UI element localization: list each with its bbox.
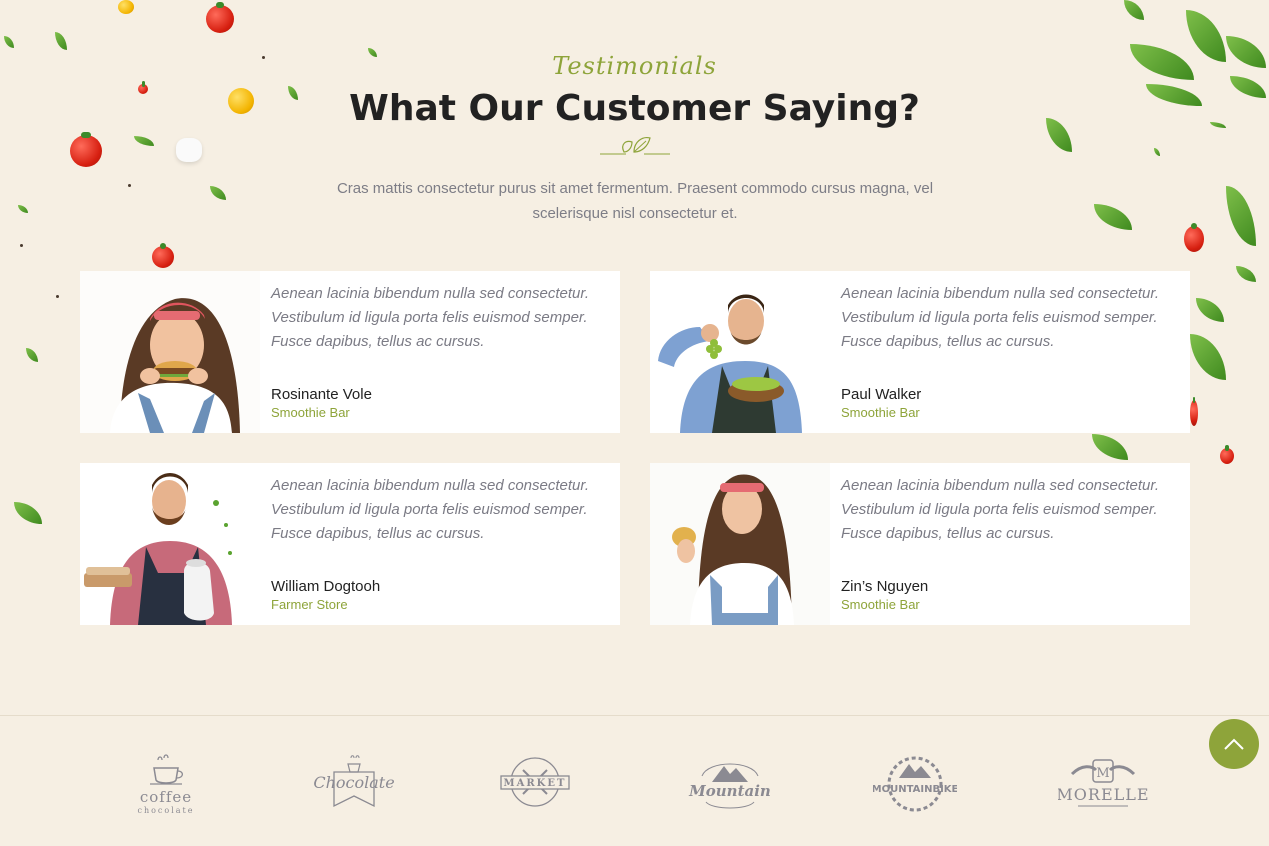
customer-name: Rosinante Vole	[271, 386, 372, 403]
brand-name: MORELLE	[1058, 785, 1148, 804]
spinach-leaf-decoration	[1190, 334, 1226, 380]
leaf-decoration	[1154, 148, 1160, 156]
customer-photo	[650, 463, 830, 625]
basil-leaf-decoration	[1124, 0, 1144, 20]
section-intro: Cras mattis consectetur purus sit amet f…	[336, 180, 934, 222]
pepper-decoration	[1190, 397, 1198, 426]
brand-logo-coffee[interactable]: coffee chocolate	[111, 752, 221, 816]
cheese-decoration	[176, 138, 202, 162]
brand-logo-mountain[interactable]: Mountain	[675, 752, 785, 816]
customer-role: Smoothie Bar	[271, 405, 350, 420]
pepper-decoration	[1220, 445, 1234, 464]
testimonial-quote: Aenean lacinia bibendum nulla sed consec…	[841, 285, 1159, 350]
svg-text:M: M	[1096, 766, 1109, 781]
leaf-decoration	[1092, 434, 1128, 460]
yellow-tomato-decoration	[118, 0, 134, 14]
morelle-crest-icon: M MORELLE	[1058, 759, 1148, 807]
chocolate-ribbon-icon: Chocolate	[314, 755, 394, 808]
brand-subname: chocolate	[137, 806, 195, 815]
leaf-decoration	[134, 136, 154, 146]
chevron-up-icon	[1224, 738, 1244, 750]
leaf-decoration	[1196, 298, 1224, 322]
brand-name: MARKET	[504, 778, 567, 789]
tomato-decoration	[70, 132, 102, 167]
spinach-leaf-decoration	[1226, 186, 1256, 246]
leaf-decoration	[55, 32, 67, 50]
customer-role: Smoothie Bar	[841, 405, 920, 420]
testimonial-card: Aenean lacinia bibendum nulla sed consec…	[650, 463, 1190, 625]
tomato-decoration	[206, 2, 234, 33]
testimonial-quote: Aenean lacinia bibendum nulla sed consec…	[271, 285, 589, 350]
leaf-decoration	[210, 186, 226, 200]
pepper-dot	[20, 244, 23, 247]
section-title: What Our Customer Saying?	[349, 88, 920, 129]
leaf-decoration	[1094, 204, 1132, 230]
leaf-divider-icon	[600, 137, 670, 155]
customer-role: Smoothie Bar	[841, 597, 920, 612]
pepper-dot	[128, 184, 131, 187]
brand-logo-market[interactable]: MARKET	[480, 752, 590, 816]
pepper-decoration	[1184, 223, 1204, 252]
leaf-decoration	[14, 502, 42, 524]
testimonial-card: Aenean lacinia bibendum nulla sed consec…	[650, 271, 1190, 433]
brand-logo-morelle[interactable]: M MORELLE	[1048, 752, 1158, 816]
scroll-to-top-button[interactable]	[1209, 719, 1259, 769]
testimonial-quote: Aenean lacinia bibendum nulla sed consec…	[841, 477, 1159, 542]
tomato-decoration	[152, 243, 174, 268]
brand-logo-chocolate[interactable]: Chocolate	[299, 752, 409, 816]
leaf-decoration	[4, 36, 14, 48]
brand-logo-mountainbike[interactable]: MOUNTAINBIKE	[860, 752, 970, 816]
brand-name: MOUNTAINBIKE	[873, 784, 957, 795]
customer-photo	[80, 463, 260, 625]
market-emblem-icon: MARKET	[500, 757, 570, 807]
mountainbike-gear-icon: MOUNTAINBIKE	[873, 756, 957, 812]
pepper-dot	[56, 295, 59, 298]
customer-photo	[650, 271, 830, 433]
customer-photo	[80, 271, 260, 433]
customer-role: Farmer Store	[271, 597, 348, 612]
testimonial-quote: Aenean lacinia bibendum nulla sed consec…	[271, 477, 589, 542]
brand-logos-bar: coffee chocolate Chocolate MARKET Mounta…	[0, 715, 1269, 846]
customer-name: Zin’s Nguyen	[841, 578, 929, 595]
brand-name: coffee	[139, 788, 193, 806]
leaf-decoration	[26, 348, 38, 362]
customer-name: William Dogtooh	[271, 578, 381, 595]
brand-name: Chocolate	[314, 773, 394, 792]
customer-name: Paul Walker	[841, 386, 922, 403]
leaf-decoration	[1236, 266, 1256, 282]
section-eyebrow: Testimonials	[552, 52, 717, 80]
brand-name: Mountain	[688, 782, 771, 800]
leaf-decoration	[18, 205, 28, 213]
mountain-icon: Mountain	[688, 763, 771, 809]
testimonial-card: Aenean lacinia bibendum nulla sed consec…	[80, 271, 620, 433]
coffee-cup-icon	[150, 754, 184, 785]
testimonial-card: Aenean lacinia bibendum nulla sed consec…	[80, 463, 620, 625]
